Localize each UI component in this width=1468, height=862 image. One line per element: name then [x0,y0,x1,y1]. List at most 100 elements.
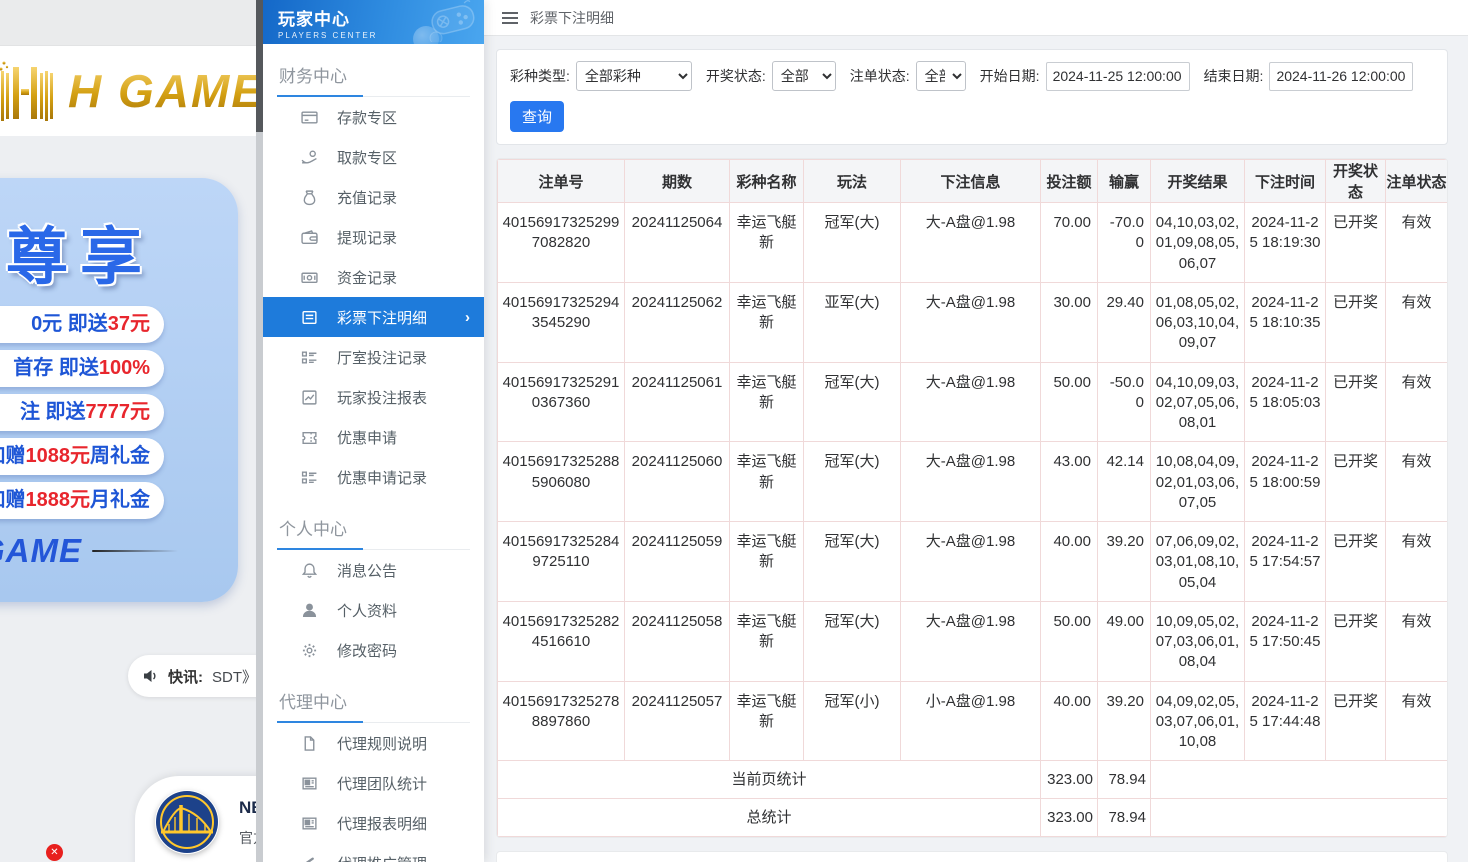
col-header-lottery-name: 彩种名称 [730,160,804,203]
cell-bet-info: 大-A盘@1.98 [901,601,1041,681]
cell-bet-time: 2024-11-25 17:44:48 [1245,681,1326,761]
cell-bet-status: 有效 [1386,282,1448,362]
summary-label: 当前页统计 [498,761,1041,799]
sidebar-item-label: 代理推广管理 [337,853,427,862]
close-icon[interactable]: ✕ [46,844,63,861]
cell-draw-result: 10,09,05,02,07,03,06,01,08,04 [1151,601,1245,681]
sidebar-item-代理报表明细[interactable]: 代理报表明细› [263,803,484,843]
cell-win-loss: 49.00 [1098,601,1151,681]
cell-bet-info: 大-A盘@1.98 [901,282,1041,362]
promo-pill: 注 即送7777元 [0,394,164,431]
sidebar-item-修改密码[interactable]: 修改密码› [263,630,484,670]
cell-period: 20241125062 [625,282,730,362]
speaker-icon [142,668,159,684]
cell-bet-amount: 30.00 [1041,282,1098,362]
table-row: 40156917325278889786020241125057幸运飞艇新冠军(… [498,681,1448,761]
col-header-play: 玩法 [804,160,901,203]
table-row: 40156917325288590608020241125060幸运飞艇新冠军(… [498,442,1448,522]
cell-play: 冠军(小) [804,681,901,761]
gold-logo-mark-icon [0,59,68,123]
news-ticker: 快讯: SDT》笔 [128,655,264,697]
sidebar-item-玩家投注报表[interactable]: 玩家投注报表› [263,377,484,417]
sidebar-item-彩票下注明细[interactable]: 彩票下注明细› [263,297,484,337]
site-logo: H GAME [0,59,264,123]
col-header-draw-status: 开奖状态 [1326,160,1386,203]
background-page: H GAME 尊享 0元 即送37元首存 即送100%注 即送7777元加赠10… [0,0,264,862]
main-topbar: 彩票下注明细 [484,0,1468,36]
sidebar-menu: 财务中心存款专区›取款专区›充值记录›提现记录›资金记录›彩票下注明细›厅室投注… [263,58,484,862]
cell-bet-time: 2024-11-25 17:54:57 [1245,522,1326,602]
end-date-input[interactable] [1269,62,1413,91]
cell-bet-amount: 40.00 [1041,681,1098,761]
menu-hamburger-icon[interactable] [502,12,518,24]
sidebar-item-资金记录[interactable]: 资金记录› [263,257,484,297]
scrollbar-thumb[interactable] [256,0,263,132]
col-header-period: 期数 [625,160,730,203]
col-header-bet-amount: 投注额 [1041,160,1098,203]
decorative-line [92,550,178,552]
current-page-summary-row: 当前页统计 323.00 78.94 [498,761,1448,799]
user-icon [301,602,318,619]
cell-win-loss: 39.20 [1098,681,1151,761]
cell-lottery-name: 幸运飞艇新 [730,362,804,442]
sidebar-item-取款专区[interactable]: 取款专区› [263,137,484,177]
cell-draw-status: 已开奖 [1326,681,1386,761]
cell-bet-amount: 50.00 [1041,601,1098,681]
sidebar-item-代理推广管理[interactable]: 代理推广管理› [263,843,484,862]
col-header-bet-time: 下注时间 [1245,160,1326,203]
table-row: 40156917325291036736020241125061幸运飞艇新冠军(… [498,362,1448,442]
chevron-right-icon: › [465,309,470,326]
deposit-card-icon [301,109,318,126]
page-scrollbar[interactable] [256,0,263,862]
sidebar-item-提现记录[interactable]: 提现记录› [263,217,484,257]
sidebar-item-代理团队统计[interactable]: 代理团队统计› [263,763,484,803]
cell-lottery-name: 幸运飞艇新 [730,522,804,602]
cell-lottery-name: 幸运飞艇新 [730,282,804,362]
sidebar-item-代理规则说明[interactable]: 代理规则说明› [263,723,484,763]
withdraw-hand-icon [301,149,318,166]
main-content: 彩票下注明细 彩种类型: 全部彩种 开奖状态: 全部 注单状态: 全部 开始日期… [484,0,1468,862]
cell-bet-status: 有效 [1386,681,1448,761]
cell-play: 冠军(大) [804,522,901,602]
sidebar-item-label: 个人资料 [337,600,397,621]
cell-bet-status: 有效 [1386,601,1448,681]
cell-lottery-name: 幸运飞艇新 [730,601,804,681]
bet-status-select[interactable]: 全部 [916,61,966,91]
cell-bet-id: 401569173252910367360 [498,362,625,442]
bell-icon [301,562,318,579]
site-logo-band: H GAME [0,46,264,136]
cell-draw-status: 已开奖 [1326,601,1386,681]
sidebar-item-充值记录[interactable]: 充值记录› [263,177,484,217]
sidebar-item-优惠申请[interactable]: 优惠申请› [263,417,484,457]
sidebar-item-存款专区[interactable]: 存款专区› [263,97,484,137]
cell-bet-status: 有效 [1386,522,1448,602]
cell-bet-info: 大-A盘@1.98 [901,442,1041,522]
cell-bet-time: 2024-11-25 18:00:59 [1245,442,1326,522]
cell-bet-amount: 40.00 [1041,522,1098,602]
draw-status-select[interactable]: 全部 [772,61,836,91]
cell-play: 冠军(大) [804,442,901,522]
cell-bet-time: 2024-11-25 18:05:03 [1245,362,1326,442]
cell-bet-status: 有效 [1386,203,1448,283]
players-center-sidebar: 玩家中心 PLAYERS CENTER 财务中心存款专区›取款专区›充值记录›提… [263,0,484,862]
sidebar-item-优惠申请记录[interactable]: 优惠申请记录› [263,457,484,497]
sidebar-item-个人资料[interactable]: 个人资料› [263,590,484,630]
cell-win-loss: -70.00 [1098,203,1151,283]
start-date-label: 开始日期: [980,66,1040,86]
lottery-type-select[interactable]: 全部彩种 [576,61,692,91]
cell-bet-id: 401569173252788897860 [498,681,625,761]
sidebar-header: 玩家中心 PLAYERS CENTER [263,0,484,44]
share-icon [301,855,318,862]
pagination-bar: 每页显示20条 共7条 首页 上一页 [1] 下一页 第 页 跳转 [496,851,1448,862]
cell-period: 20241125058 [625,601,730,681]
cell-lottery-name: 幸运飞艇新 [730,203,804,283]
cell-period: 20241125061 [625,362,730,442]
search-button[interactable]: 查询 [510,101,564,132]
nba-promo-card[interactable]: NBA 官方 [135,776,264,862]
sidebar-item-厅室投注记录[interactable]: 厅室投注记录› [263,337,484,377]
sidebar-item-label: 代理规则说明 [337,733,427,754]
sidebar-item-消息公告[interactable]: 消息公告› [263,550,484,590]
draw-status-label: 开奖状态: [706,66,766,86]
table-row: 40156917325284972511020241125059幸运飞艇新冠军(… [498,522,1448,602]
start-date-input[interactable] [1046,62,1190,91]
